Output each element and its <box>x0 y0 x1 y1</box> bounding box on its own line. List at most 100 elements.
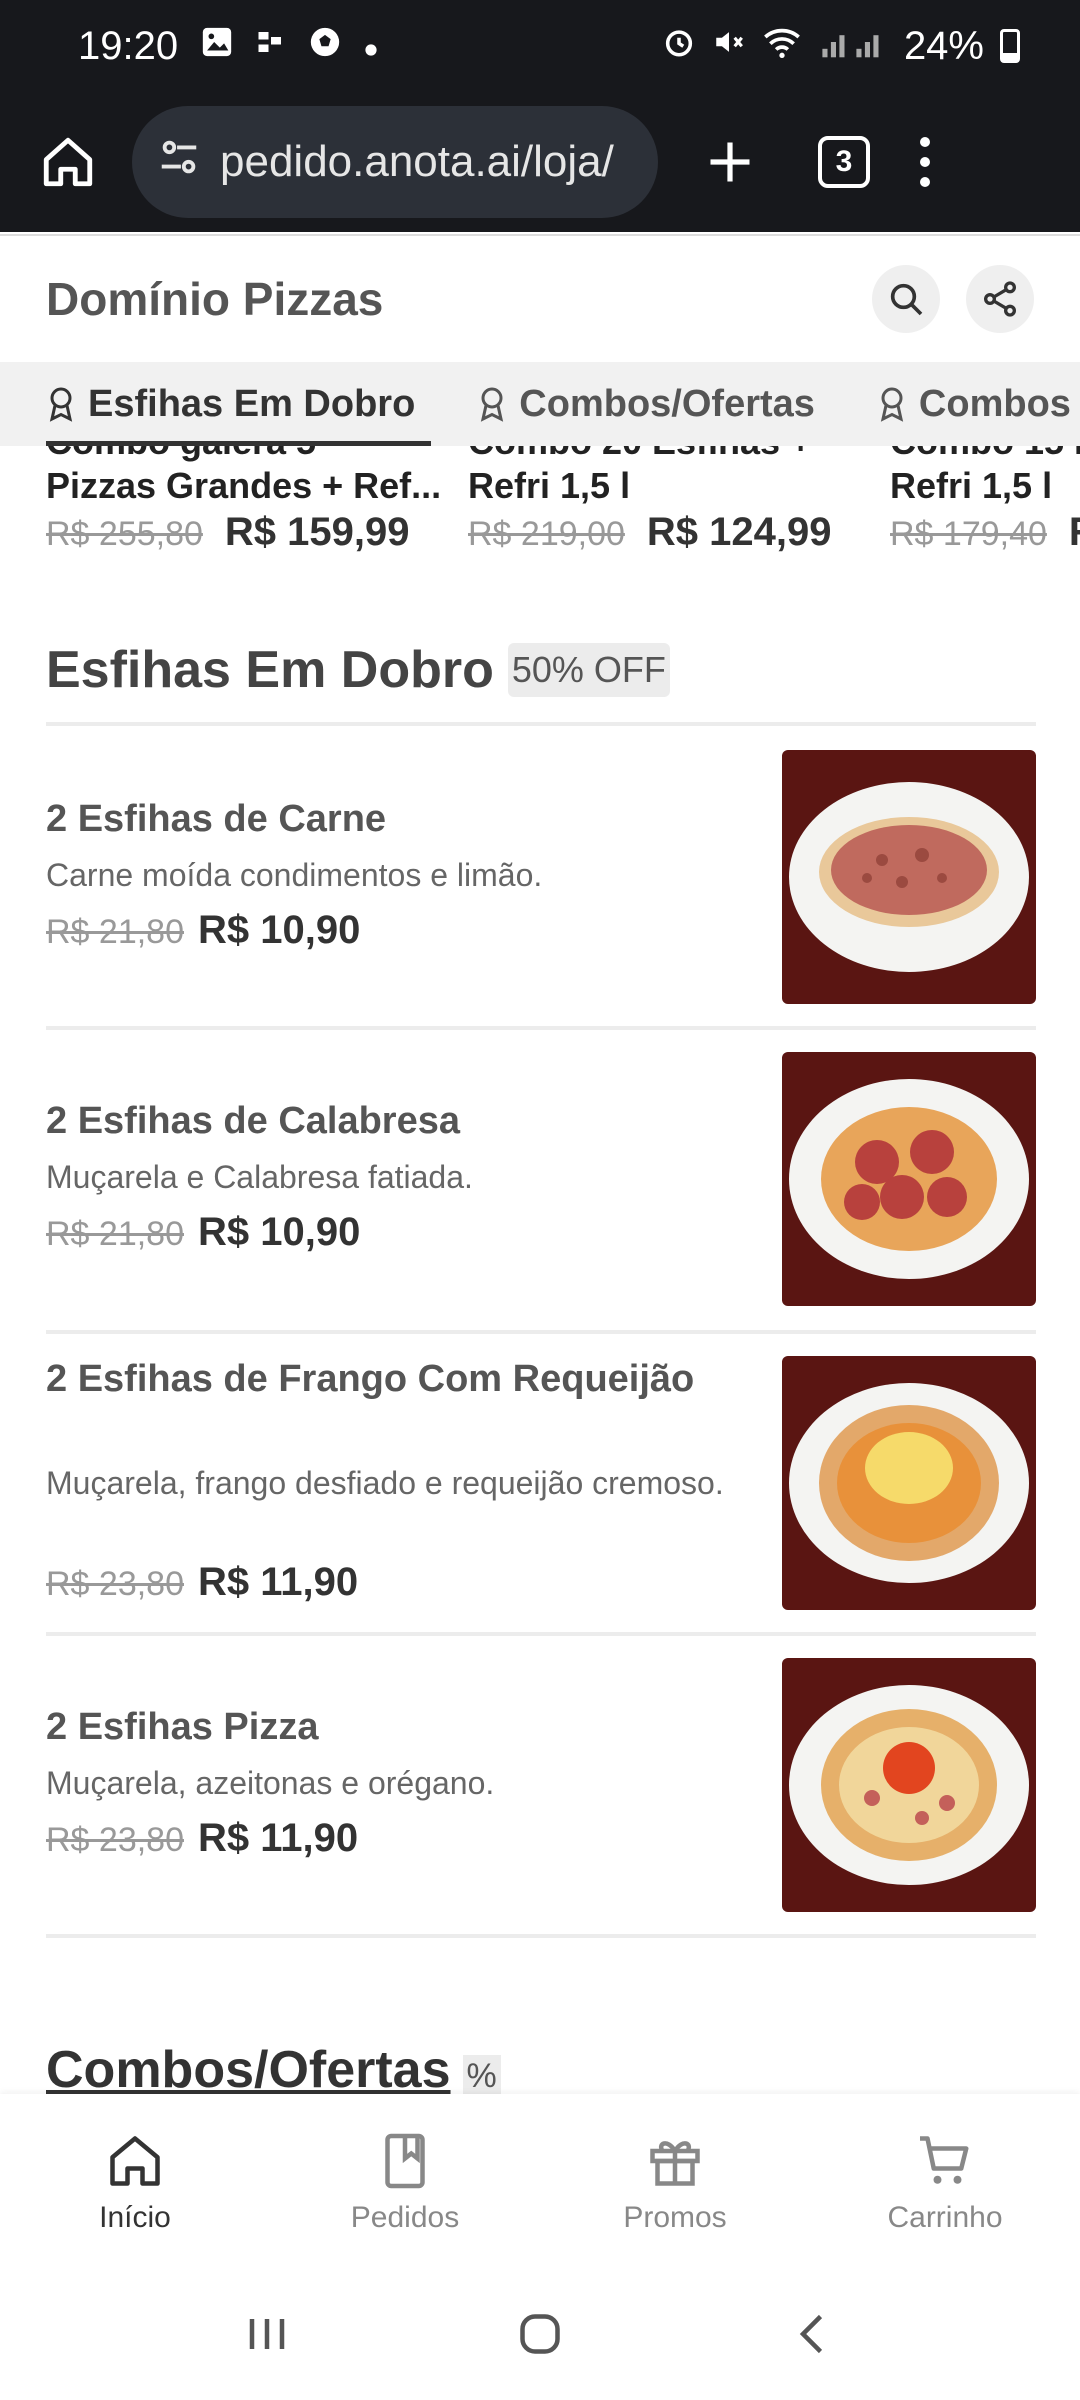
dot-icon <box>364 27 378 66</box>
ribbon-icon <box>481 387 504 422</box>
system-navigation <box>0 2272 1080 2400</box>
tab-switcher-button[interactable]: 3 <box>818 136 870 188</box>
wifi-icon <box>762 24 802 69</box>
nav-pedidos[interactable]: Pedidos <box>270 2094 540 2272</box>
section-title: Combos/Ofertas <box>46 2041 451 2099</box>
discount-badge: % <box>462 2055 501 2098</box>
section-header: Esfihas Em Dobro 50% OFF <box>46 640 1036 700</box>
tab-label: Combos <box>918 382 1071 425</box>
new-price: R$ 10,90 <box>198 908 361 952</box>
share-icon <box>984 281 1016 317</box>
highlight-card[interactable]: Combo 15 E Refri 1,5 l R$ 179,40 R$ <box>890 446 1080 556</box>
old-price: R$ 255,80 <box>46 515 203 553</box>
product-name: 2 Esfihas de Frango Com Requeijão <box>46 1358 695 1400</box>
product-card[interactable]: 2 Esfihas de Frango Com Requeijão Muçare… <box>46 1356 1036 1626</box>
divider <box>46 1026 1036 1030</box>
highlight-card[interactable]: Combo galera 5 Pizzas Grandes + Ref... R… <box>46 446 446 556</box>
home-button-icon[interactable] <box>510 2304 570 2369</box>
section-title: Esfihas Em Dobro <box>46 641 494 699</box>
old-price: R$ 21,80 <box>46 913 184 951</box>
back-icon[interactable] <box>783 2304 843 2369</box>
gift-icon <box>650 2141 700 2186</box>
new-price: R$ 11,90 <box>198 1816 359 1860</box>
home-icon <box>110 2136 160 2186</box>
product-image <box>782 1658 1036 1912</box>
product-card[interactable]: 2 Esfihas Pizza Muçarela, azeitonas e or… <box>46 1658 1036 1958</box>
nav-label: Promos <box>623 2201 727 2234</box>
old-price: R$ 23,80 <box>46 1565 184 1603</box>
product-name: 2 Esfihas de Carne <box>46 798 387 840</box>
apps-icon <box>256 27 286 66</box>
gallery-icon <box>200 25 234 68</box>
share-button[interactable] <box>966 265 1034 333</box>
old-price: R$ 179,40 <box>890 515 1047 553</box>
product-name: 2 Esfihas de Calabresa <box>46 1100 460 1142</box>
product-description: Muçarela e Calabresa fatiada. <box>46 1159 473 1195</box>
discount-badge: 50% OFF <box>507 643 670 697</box>
site-settings-icon[interactable] <box>156 134 202 191</box>
ribbon-icon <box>49 387 73 422</box>
highlight-title-line1: Combo 15 E <box>890 446 1080 464</box>
divider <box>46 722 1036 726</box>
signal-icon <box>818 24 888 69</box>
browser-menu-icon[interactable] <box>920 137 930 187</box>
product-description: Carne moída condimentos e limão. <box>46 857 543 893</box>
new-price: R$ 10,90 <box>198 1210 361 1254</box>
search-icon <box>890 283 923 316</box>
tab-esfihas-em-dobro[interactable]: Esfihas Em Dobro <box>0 362 432 446</box>
product-image <box>782 1356 1036 1610</box>
divider <box>46 1934 1036 1938</box>
product-name: 2 Esfihas Pizza <box>46 1706 319 1748</box>
divider <box>46 1330 1036 1334</box>
old-price: R$ 21,80 <box>46 1215 184 1253</box>
highlights-carousel[interactable]: Combo galera 5 Pizzas Grandes + Ref... R… <box>0 446 1080 566</box>
mute-icon <box>712 24 746 69</box>
battery-icon <box>1000 29 1020 63</box>
nav-inicio[interactable]: Início <box>0 2094 270 2272</box>
divider <box>46 1632 1036 1636</box>
soccer-ball-icon <box>308 25 342 68</box>
tab-combos[interactable]: Combos <box>831 362 1080 446</box>
product-card[interactable]: 2 Esfihas de Carne Carne moída condiment… <box>46 750 1036 1050</box>
product-image <box>782 750 1036 1004</box>
nav-label: Início <box>99 2201 171 2234</box>
old-price: R$ 219,00 <box>468 515 625 553</box>
address-bar[interactable]: pedido.anota.ai/loja/ <box>132 106 658 218</box>
new-price: R$ 124,99 <box>646 510 832 554</box>
new-price: R$ <box>1069 510 1080 554</box>
nav-promos[interactable]: Promos <box>540 2094 810 2272</box>
ribbon-icon <box>880 387 904 422</box>
url-text: pedido.anota.ai/loja/ <box>220 137 614 186</box>
old-price: R$ 23,80 <box>46 1821 184 1859</box>
product-card[interactable]: 2 Esfihas de Calabresa Muçarela e Calabr… <box>46 1052 1036 1352</box>
highlight-card[interactable]: Combo 20 Esfihas + Refri 1,5 l R$ 219,00… <box>468 446 868 556</box>
battery-percent: 24% <box>903 23 984 68</box>
bottom-navigation: Início Pedidos Promos Carrinho <box>0 2094 1080 2272</box>
search-button[interactable] <box>872 265 940 333</box>
store-title: Domínio Pizzas <box>46 273 384 325</box>
product-image <box>782 1052 1036 1306</box>
highlight-title-line1: Combo galera 5 <box>46 446 446 464</box>
home-icon[interactable] <box>30 124 106 200</box>
new-price: R$ 11,90 <box>198 1560 359 1604</box>
recent-apps-icon[interactable] <box>237 2304 297 2369</box>
cart-icon <box>920 2136 969 2184</box>
clock: 19:20 <box>78 23 179 68</box>
nav-label: Carrinho <box>887 2201 1003 2234</box>
tab-combos-ofertas[interactable]: Combos/Ofertas <box>431 362 831 446</box>
highlight-title-line2: Refri 1,5 l <box>468 465 631 506</box>
next-section-header: Combos/Ofertas % <box>46 2040 501 2100</box>
status-bar: 19:20 24% <box>0 0 1080 92</box>
nav-carrinho[interactable]: Carrinho <box>810 2094 1080 2272</box>
new-tab-button[interactable] <box>680 112 780 212</box>
orders-icon <box>385 2133 425 2189</box>
product-description: Muçarela, azeitonas e orégano. <box>46 1765 495 1801</box>
nav-label: Pedidos <box>350 2201 460 2234</box>
store-header: Domínio Pizzas <box>0 234 1080 362</box>
new-price: R$ 159,99 <box>224 510 410 554</box>
highlight-title-line2: Pizzas Grandes + Ref... <box>46 465 442 506</box>
highlight-title-line1: Combo 20 Esfihas + <box>468 446 868 464</box>
product-description: Muçarela, frango desfiado e requeijão cr… <box>46 1465 724 1501</box>
tab-label: Combos/Ofertas <box>519 382 815 425</box>
highlight-title-line2: Refri 1,5 l <box>890 465 1053 506</box>
